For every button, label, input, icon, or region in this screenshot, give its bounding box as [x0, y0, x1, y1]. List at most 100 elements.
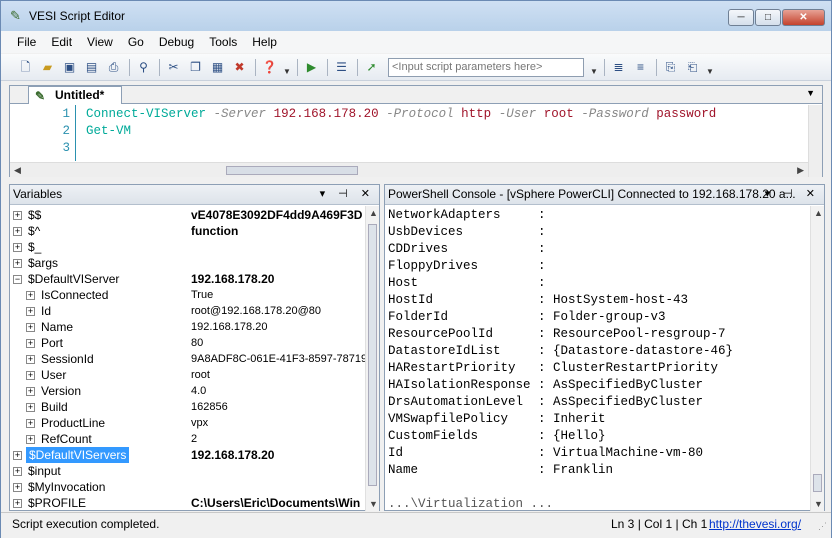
- scroll-thumb[interactable]: [813, 474, 822, 492]
- open-folder-icon[interactable]: ▰: [39, 59, 56, 76]
- copy-icon[interactable]: ❐: [187, 59, 204, 76]
- expand-icon[interactable]: +: [26, 387, 35, 396]
- variable-row[interactable]: + SessionId 9A8ADF8C-061E-41F3-8597-78719C: [10, 351, 365, 367]
- console-scrollbar[interactable]: ▲ ▼: [810, 206, 824, 511]
- variable-row[interactable]: + ProductLine vpx: [10, 415, 365, 431]
- scroll-right-icon[interactable]: ▶: [797, 165, 804, 176]
- save-all-icon[interactable]: ▤: [83, 59, 100, 76]
- variable-row[interactable]: + $PROFILE C:\Users\Eric\Documents\Win: [10, 495, 365, 511]
- scroll-up-icon[interactable]: ▲: [814, 208, 823, 218]
- menu-debug[interactable]: Debug: [159, 35, 194, 49]
- chevron-down-icon[interactable]: ▼: [706, 59, 714, 76]
- code-area[interactable]: 1 2 3 Connect-VIServer -Server 192.168.1…: [10, 105, 808, 161]
- menu-file[interactable]: File: [17, 35, 36, 49]
- publish-icon[interactable]: ➚: [363, 59, 380, 76]
- expand-icon[interactable]: +: [13, 259, 22, 268]
- variable-name: $PROFILE: [28, 496, 87, 510]
- variable-value: C:\Users\Eric\Documents\Win: [191, 496, 361, 510]
- expand-icon[interactable]: +: [26, 371, 35, 380]
- delete-icon[interactable]: ✖: [231, 59, 248, 76]
- close-button[interactable]: ✕: [782, 9, 825, 26]
- variable-row[interactable]: + Name 192.168.178.20: [10, 319, 365, 335]
- snippet-list-icon[interactable]: ⎗: [684, 59, 701, 76]
- expand-icon[interactable]: +: [13, 211, 22, 220]
- expand-icon[interactable]: +: [13, 483, 22, 492]
- minimize-button[interactable]: ─: [728, 9, 754, 26]
- new-file-icon[interactable]: 🗋: [17, 59, 34, 76]
- variable-row[interactable]: + RefCount 2: [10, 431, 365, 447]
- pane-controls[interactable]: ▾ ⊣ ✕: [320, 185, 375, 204]
- expand-icon[interactable]: +: [13, 499, 22, 508]
- variables-scrollbar[interactable]: ▲ ▼: [365, 206, 379, 511]
- outdent-icon[interactable]: ≡: [632, 59, 649, 76]
- expand-icon[interactable]: +: [26, 323, 35, 332]
- editor-vertical-scrollbar[interactable]: [808, 105, 822, 177]
- menu-view[interactable]: View: [87, 35, 113, 49]
- expand-icon[interactable]: +: [26, 435, 35, 444]
- collapse-icon[interactable]: −: [13, 275, 22, 284]
- variable-row[interactable]: + $_: [10, 239, 365, 255]
- find-icon[interactable]: ⚲: [135, 59, 152, 76]
- editor-horizontal-scrollbar[interactable]: ◀ ▶: [10, 162, 808, 177]
- menu-help[interactable]: Help: [252, 35, 277, 49]
- variable-row[interactable]: + Id root@192.168.178.20@80: [10, 303, 365, 319]
- script-parameters-input[interactable]: <Input script parameters here>: [388, 57, 584, 77]
- variable-row[interactable]: + $MyInvocation: [10, 479, 365, 495]
- scroll-down-icon[interactable]: ▼: [814, 499, 823, 509]
- tab-list-chevron-down-icon[interactable]: ▼: [806, 88, 815, 98]
- paste-icon[interactable]: ▦: [209, 59, 226, 76]
- code-line[interactable]: Connect-VIServer -Server 192.168.178.20 …: [86, 107, 716, 121]
- tab-untitled[interactable]: ✎ Untitled*: [28, 86, 122, 104]
- variable-row[interactable]: + $input: [10, 463, 365, 479]
- variable-row[interactable]: + Port 80: [10, 335, 365, 351]
- variable-row[interactable]: − $DefaultVIServer 192.168.178.20: [10, 271, 365, 287]
- expand-icon[interactable]: +: [26, 339, 35, 348]
- expand-icon[interactable]: +: [26, 307, 35, 316]
- scroll-up-icon[interactable]: ▲: [369, 208, 378, 218]
- variable-row[interactable]: + $^ function: [10, 223, 365, 239]
- chevron-down-icon[interactable]: ▼: [283, 59, 291, 76]
- help-icon[interactable]: ❓: [261, 59, 278, 76]
- script-editor[interactable]: ✎ Untitled* ▼ 1 2 3 Connect-VIServer -Se…: [9, 85, 823, 177]
- cut-icon[interactable]: ✂: [165, 59, 182, 76]
- console-line: CDDrives :: [388, 242, 546, 256]
- variable-value: root: [191, 369, 210, 381]
- variable-row[interactable]: + $args: [10, 255, 365, 271]
- indent-icon[interactable]: ≣: [610, 59, 627, 76]
- console-line: Id : VirtualMachine-vm-80: [388, 446, 704, 460]
- scroll-thumb[interactable]: [226, 166, 358, 175]
- variable-row[interactable]: + $DefaultVIServers 192.168.178.20: [10, 447, 365, 463]
- menu-go[interactable]: Go: [128, 35, 144, 49]
- expand-icon[interactable]: +: [26, 419, 35, 428]
- variable-row[interactable]: + Version 4.0: [10, 383, 365, 399]
- scroll-down-icon[interactable]: ▼: [369, 499, 378, 509]
- title-bar[interactable]: ✎ VESI Script Editor ─ □ ✕: [1, 1, 831, 31]
- expand-icon[interactable]: +: [13, 451, 22, 460]
- expand-icon[interactable]: +: [26, 291, 35, 300]
- expand-icon[interactable]: +: [13, 227, 22, 236]
- run-icon[interactable]: ▶: [303, 59, 320, 76]
- print-icon[interactable]: ⎙: [105, 59, 122, 76]
- expand-icon[interactable]: +: [26, 355, 35, 364]
- variable-name: IsConnected: [41, 288, 109, 302]
- variable-row[interactable]: + IsConnected True: [10, 287, 365, 303]
- maximize-button[interactable]: □: [755, 9, 781, 26]
- variable-row[interactable]: + $$ vE4078E3092DF4dd9A469F3D: [10, 207, 365, 223]
- variable-row[interactable]: + Build 162856: [10, 399, 365, 415]
- snippet-icon[interactable]: ⎘: [662, 59, 679, 76]
- scroll-left-icon[interactable]: ◀: [14, 165, 21, 176]
- pane-controls[interactable]: ▾ ⊣ ✕: [765, 185, 820, 204]
- save-icon[interactable]: ▣: [61, 59, 78, 76]
- variable-row[interactable]: + User root: [10, 367, 365, 383]
- menu-edit[interactable]: Edit: [51, 35, 72, 49]
- resize-grip-icon[interactable]: ⋰: [818, 517, 827, 535]
- website-link[interactable]: http://thevesi.org/: [709, 515, 801, 533]
- expand-icon[interactable]: +: [26, 403, 35, 412]
- code-line[interactable]: Get-VM: [86, 124, 131, 138]
- run-selection-icon[interactable]: ☰: [333, 59, 350, 76]
- expand-icon[interactable]: +: [13, 467, 22, 476]
- expand-icon[interactable]: +: [13, 243, 22, 252]
- scroll-thumb[interactable]: [368, 224, 377, 486]
- menu-tools[interactable]: Tools: [209, 35, 237, 49]
- chevron-down-icon[interactable]: ▼: [590, 59, 598, 76]
